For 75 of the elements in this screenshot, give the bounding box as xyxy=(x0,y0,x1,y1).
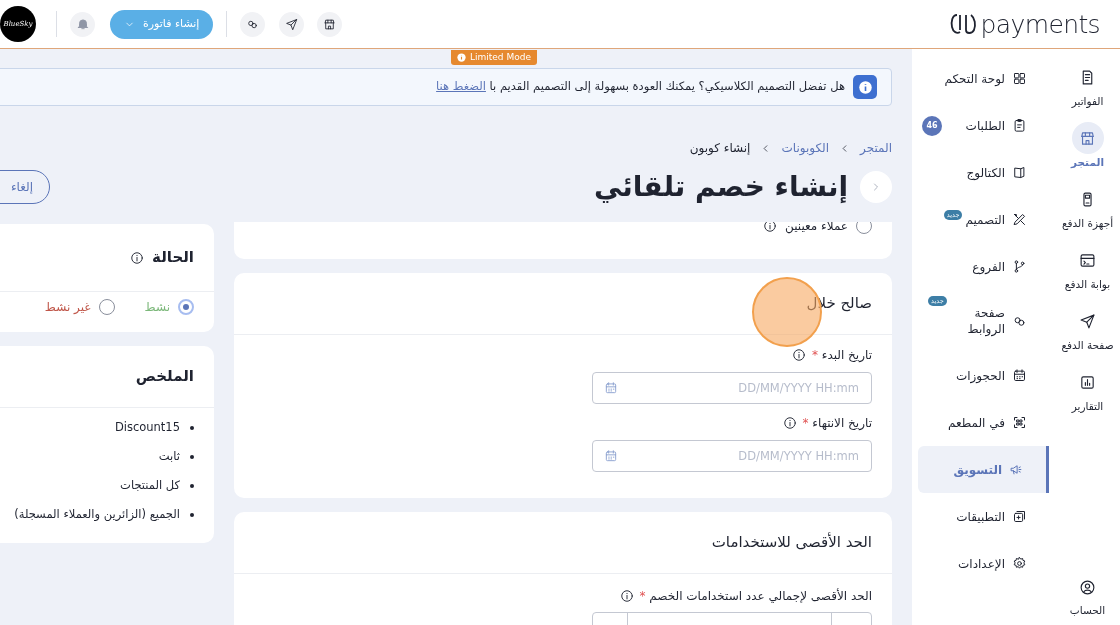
sidebar-item[interactable]: التطبيقات xyxy=(918,493,1049,540)
sidebar-item[interactable]: الإعدادات xyxy=(918,540,1049,587)
rail-item[interactable]: بوابة الدفع xyxy=(1064,244,1111,305)
logo[interactable]: payments xyxy=(948,11,1100,37)
field-label: تاريخ البدء * xyxy=(811,347,872,364)
card-title: الملخص xyxy=(135,366,194,388)
page-title: إنشاء خصم تلقائي xyxy=(593,170,848,204)
summary-item: كل المنتجات xyxy=(120,477,180,495)
info-icon xyxy=(782,416,797,430)
user-icon xyxy=(1079,578,1096,596)
link-button[interactable] xyxy=(240,11,266,37)
logo-mark-icon xyxy=(948,12,979,36)
date-field[interactable]: DD/MM/YYYY HH:mm xyxy=(592,372,872,404)
radio-button[interactable] xyxy=(178,299,194,315)
sidebar-item[interactable]: لوحة التحكم xyxy=(918,55,1049,102)
logo-text: payments xyxy=(980,11,1100,37)
sidebar-item[interactable]: التسويق xyxy=(918,446,1049,493)
summary-item: ثابت xyxy=(158,448,180,466)
summary-item: الجميع (الزائرين والعملاء المسجلة) xyxy=(14,506,180,524)
option-label: نشط xyxy=(144,299,170,316)
banner-link[interactable]: الضغط هنا xyxy=(436,79,486,94)
notification-button[interactable] xyxy=(70,11,95,37)
date-field[interactable]: DD/MM/YYYY HH:mm xyxy=(592,440,872,472)
calendar-icon xyxy=(604,449,618,463)
calendar-icon xyxy=(604,381,618,395)
settings-icon xyxy=(1012,556,1027,571)
account-item[interactable]: الحساب xyxy=(1069,571,1106,619)
send-button[interactable] xyxy=(279,11,305,37)
card-title: الحالة xyxy=(152,247,194,269)
store-button[interactable] xyxy=(317,11,343,37)
bullet-icon xyxy=(190,426,194,430)
bell-icon xyxy=(75,17,90,31)
summary-item: Discount15 xyxy=(114,419,180,437)
breadcrumb-link[interactable]: إنشاء كوبون xyxy=(689,139,751,157)
bar-chart-icon xyxy=(1079,373,1096,391)
bullet-icon xyxy=(190,513,194,517)
calendar-icon xyxy=(1012,368,1027,383)
breadcrumb-link[interactable]: المتجر xyxy=(860,139,892,157)
limited-mode-badge: Limited Mode xyxy=(451,50,537,65)
megaphone-icon xyxy=(1009,462,1024,477)
info-icon xyxy=(619,589,634,603)
sidebar-item[interactable]: في المطعم xyxy=(918,399,1049,446)
info-icon xyxy=(853,75,877,99)
terminal-icon xyxy=(1079,251,1096,269)
option-label: غير نشط xyxy=(44,299,91,316)
grid-icon xyxy=(1012,71,1027,86)
banner-text: هل تفضل التصميم الكلاسيكي؟ يمكنك العودة بسهولة إلى التصميم القديم با الضغط هنا xyxy=(436,78,845,96)
pencil-ruler-icon xyxy=(1012,212,1027,227)
rail-item[interactable]: أجهزة الدفع xyxy=(1061,183,1114,244)
count-badge: 46 xyxy=(922,115,942,136)
sidebar-item[interactable]: الحجوزات xyxy=(918,352,1049,399)
info-icon xyxy=(130,250,145,265)
rail-item[interactable]: التقارير xyxy=(1071,366,1104,427)
sidebar-item[interactable]: الكتالوج xyxy=(918,149,1049,196)
book-icon xyxy=(1012,165,1027,180)
bullet-icon xyxy=(190,484,194,488)
breadcrumb-link[interactable]: الكوبونات xyxy=(781,139,830,157)
store-icon xyxy=(1079,129,1096,147)
card-title: صالح خلال xyxy=(806,293,872,315)
send-icon xyxy=(1079,312,1096,330)
card-title: الحد الأقصى للاستخدامات xyxy=(711,531,872,554)
store-icon xyxy=(323,17,337,31)
branch-icon xyxy=(1012,259,1027,274)
field-label: الحد الأقصى لإجمالي عدد استخدامات الخصم * xyxy=(639,587,872,605)
bullet-icon xyxy=(190,455,194,459)
rail-item[interactable]: صفحة الدفع xyxy=(1061,305,1114,366)
qr-scan-icon xyxy=(1012,415,1027,430)
send-icon xyxy=(285,17,299,31)
sidebar-item[interactable]: الفروع xyxy=(918,243,1049,290)
field-label: تاريخ الانتهاء * xyxy=(802,415,872,432)
clipboard-icon xyxy=(1012,118,1027,133)
info-icon xyxy=(791,348,806,362)
plus-box-icon xyxy=(1012,509,1027,524)
info-icon xyxy=(763,222,778,233)
rail-item[interactable]: الفواتير xyxy=(1071,61,1104,122)
